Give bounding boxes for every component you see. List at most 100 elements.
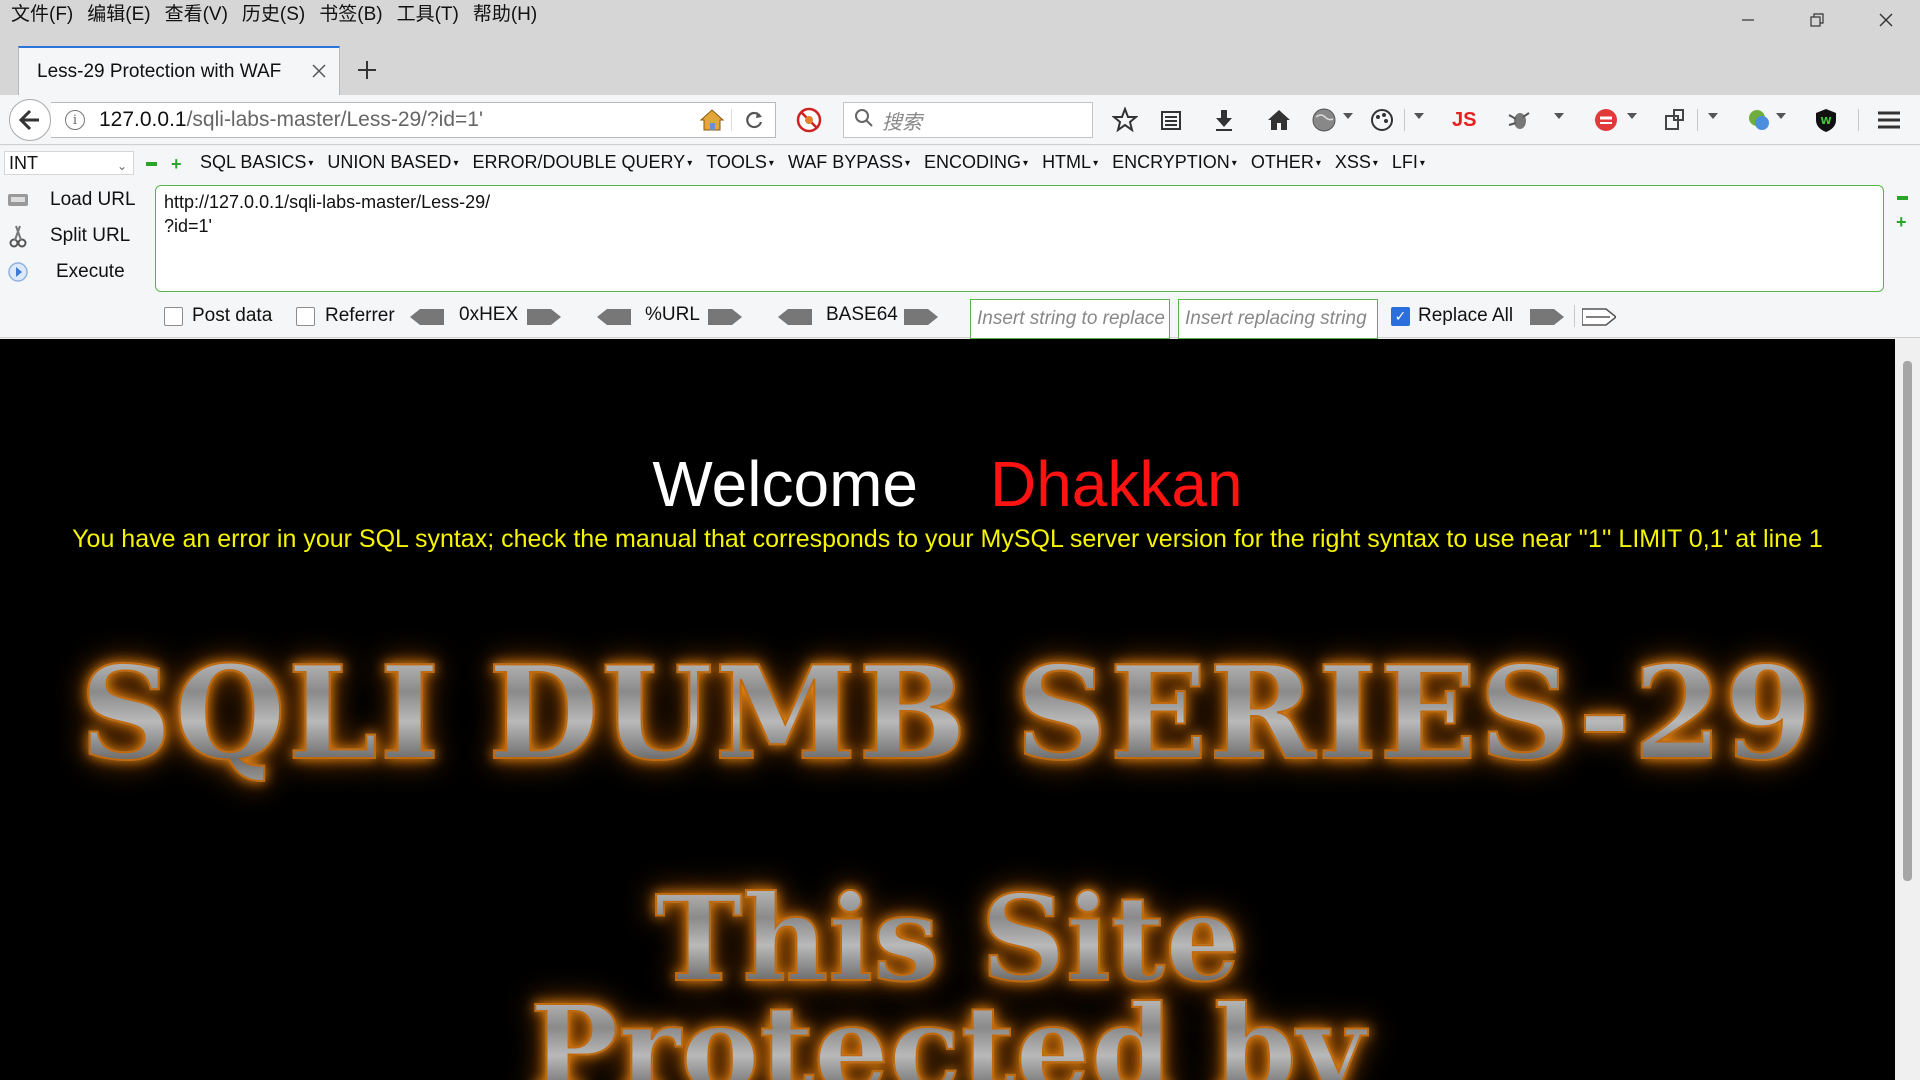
plus-icon[interactable]: +: [171, 155, 182, 173]
new-tab-button[interactable]: [350, 52, 384, 88]
menu-waf-bypass[interactable]: WAF BYPASS: [781, 152, 917, 173]
load-url-button[interactable]: Load URL: [6, 185, 136, 215]
menu-tools[interactable]: TOOLS: [699, 152, 781, 173]
menu-view[interactable]: 查看(V): [158, 0, 235, 30]
replace-all-label: Replace All: [1418, 305, 1514, 326]
referrer-label: Referrer: [325, 305, 395, 326]
home-button-icon[interactable]: [1266, 106, 1292, 134]
replace-all-checkbox[interactable]: ✓: [1391, 307, 1410, 326]
menu-encoding[interactable]: ENCODING: [917, 152, 1035, 173]
welcome-text: Welcome: [652, 448, 918, 520]
scissors-icon: [6, 224, 30, 248]
minus-icon[interactable]: [146, 162, 157, 166]
menu-history[interactable]: 历史(S): [235, 0, 312, 30]
menu-file[interactable]: 文件(F): [4, 0, 80, 30]
js-icon[interactable]: JS: [1452, 106, 1476, 134]
url-host: 127.0.0.1: [99, 108, 187, 131]
tab-active[interactable]: Less-29 Protection with WAF: [18, 46, 340, 95]
menu-union-based[interactable]: UNION BASED: [320, 152, 465, 173]
hackbar-menu: SQL BASICS UNION BASED ERROR/DOUBLE QUER…: [193, 152, 1432, 173]
user-name: Dhakkan: [989, 448, 1243, 520]
menu-encryption[interactable]: ENCRYPTION: [1105, 152, 1244, 173]
menu-sql-basics[interactable]: SQL BASICS: [193, 152, 320, 173]
shield-icon[interactable]: W: [1813, 106, 1839, 134]
browser-titlebar: 文件(F) 编辑(E) 查看(V) 历史(S) 书签(B) 工具(T) 帮助(H…: [0, 0, 1920, 95]
menu-lfi[interactable]: LFI: [1385, 152, 1432, 173]
separator: [1404, 109, 1405, 131]
block-icon[interactable]: [796, 107, 822, 138]
hackbar-panel: INT ⌄ + SQL BASICS UNION BASED ERROR/DOU…: [0, 146, 1920, 339]
separator: [1697, 109, 1698, 131]
hackbar-url-textarea[interactable]: http://127.0.0.1/sqli-labs-master/Less-2…: [155, 185, 1884, 292]
vertical-scrollbar[interactable]: [1895, 339, 1920, 1080]
split-url-button[interactable]: Split URL: [6, 221, 130, 251]
share-dropdown[interactable]: [1708, 113, 1718, 119]
address-bar[interactable]: i 127.0.0.1/sqli-labs-master/Less-29/?id…: [51, 102, 776, 138]
url-path: /sqli-labs-master/Less-29/?id=1': [186, 108, 483, 131]
navigation-toolbar: i 127.0.0.1/sqli-labs-master/Less-29/?id…: [0, 95, 1920, 145]
welcome-line: Welcome Dhakkan: [0, 447, 1895, 521]
url-text[interactable]: 127.0.0.1/sqli-labs-master/Less-29/?id=1…: [99, 108, 693, 132]
menu-edit[interactable]: 编辑(E): [80, 0, 157, 30]
star-icon[interactable]: [1112, 106, 1138, 134]
execute-label: Execute: [56, 261, 125, 282]
tab-close-icon[interactable]: [311, 59, 327, 85]
menu-bar: 文件(F) 编辑(E) 查看(V) 历史(S) 书签(B) 工具(T) 帮助(H…: [0, 0, 544, 30]
menu-help[interactable]: 帮助(H): [466, 0, 544, 30]
menu-xss[interactable]: XSS: [1328, 152, 1385, 173]
search-box[interactable]: 搜索: [843, 102, 1093, 138]
sql-error-message: You have an error in your SQL syntax; ch…: [72, 525, 1823, 553]
translate-dropdown[interactable]: [1776, 113, 1786, 119]
palette-icon[interactable]: [1369, 106, 1395, 134]
page-content: Welcome Dhakkan You have an error in your…: [0, 339, 1895, 1080]
back-button[interactable]: [9, 99, 51, 141]
minimize-icon: [1741, 19, 1754, 21]
url-encode-arrow-icon[interactable]: [708, 308, 742, 326]
menu-html[interactable]: HTML: [1035, 152, 1105, 173]
base64-encode-arrow-icon[interactable]: [904, 308, 938, 326]
replace-to-input[interactable]: Insert replacing string: [1178, 299, 1378, 339]
minus-icon[interactable]: [1897, 196, 1908, 200]
execute-button[interactable]: Execute: [6, 257, 125, 287]
replace-arrow-icon[interactable]: [1530, 308, 1564, 326]
info-icon[interactable]: i: [65, 110, 85, 130]
hamburger-icon[interactable]: [1876, 106, 1902, 134]
globe-dropdown[interactable]: [1343, 113, 1353, 119]
sync-dropdown[interactable]: [1627, 113, 1637, 119]
base64-label: BASE64: [826, 304, 898, 325]
separator: [1858, 109, 1859, 131]
plus-icon: [358, 61, 376, 79]
hex-decode-arrow-icon[interactable]: [410, 308, 444, 326]
reader-icon[interactable]: [1159, 106, 1183, 134]
referrer-checkbox[interactable]: [296, 307, 315, 326]
bug-icon[interactable]: [1506, 106, 1532, 134]
reload-icon[interactable]: [731, 109, 775, 131]
bug-dropdown[interactable]: [1554, 113, 1564, 119]
menu-other[interactable]: OTHER: [1244, 152, 1328, 173]
hex-encode-arrow-icon[interactable]: [527, 308, 561, 326]
globe-icon[interactable]: [1311, 106, 1337, 134]
menu-error-double-query[interactable]: ERROR/DOUBLE QUERY: [465, 152, 699, 173]
load-url-label: Load URL: [50, 189, 136, 210]
int-select[interactable]: INT ⌄: [4, 151, 134, 175]
back-icon: [18, 109, 39, 131]
replace-from-input[interactable]: Insert string to replace: [970, 299, 1170, 339]
translate-icon[interactable]: [1746, 106, 1772, 134]
post-data-checkbox[interactable]: [164, 307, 183, 326]
home-icon[interactable]: [693, 108, 731, 132]
base64-decode-arrow-icon[interactable]: [778, 308, 812, 326]
palette-dropdown[interactable]: [1414, 113, 1424, 119]
menu-tools[interactable]: 工具(T): [390, 0, 466, 30]
restore-button[interactable]: [1782, 0, 1851, 40]
sync-icon[interactable]: [1593, 106, 1621, 134]
plus-icon[interactable]: +: [1896, 213, 1907, 231]
close-window-button[interactable]: [1851, 0, 1920, 40]
menu-bookmarks[interactable]: 书签(B): [312, 0, 389, 30]
svg-text:W: W: [1820, 116, 1831, 127]
replace-execute-arrow-icon[interactable]: [1582, 308, 1616, 326]
minimize-button[interactable]: [1713, 0, 1782, 40]
share-icon[interactable]: [1662, 106, 1688, 134]
url-decode-arrow-icon[interactable]: [597, 308, 631, 326]
scrollbar-thumb[interactable]: [1903, 361, 1912, 881]
download-icon[interactable]: [1212, 106, 1236, 134]
